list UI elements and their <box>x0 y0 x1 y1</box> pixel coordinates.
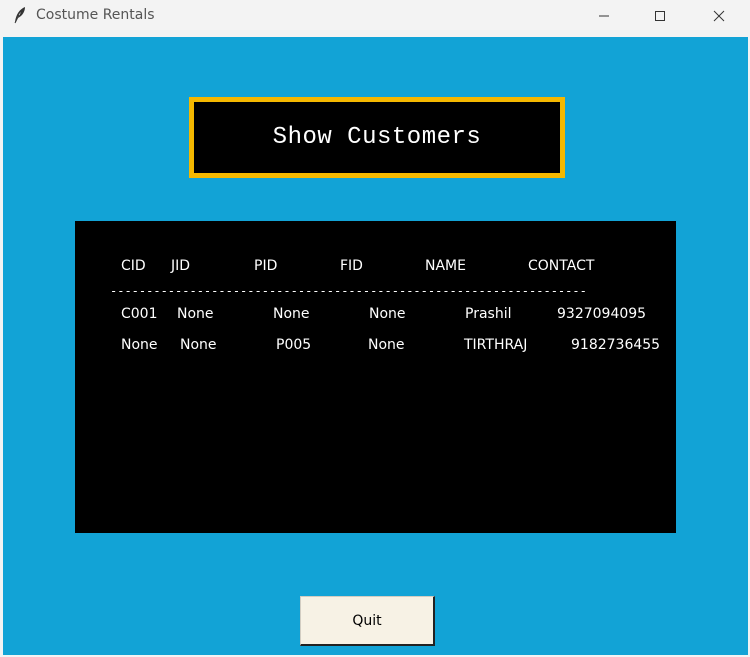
maximize-button[interactable] <box>637 0 683 32</box>
table-cell: None <box>369 306 406 322</box>
close-button[interactable] <box>696 0 742 32</box>
title-bar: Costume Rentals <box>0 0 750 32</box>
quit-button[interactable]: Quit <box>300 596 435 646</box>
table-cell: None <box>121 337 158 353</box>
header-jid: JID <box>171 258 191 274</box>
customers-table: CID JID PID FID NAME CONTACT -----------… <box>75 221 676 533</box>
minimize-button[interactable] <box>581 0 627 32</box>
main-window-area: Show Customers CID JID PID FID NAME CONT… <box>3 37 748 655</box>
table-cell: TIRTHRAJ <box>464 337 528 353</box>
table-cell: C001 <box>121 306 158 322</box>
table-cell: None <box>180 337 217 353</box>
header-fid: FID <box>340 258 363 274</box>
heading-frame: Show Customers <box>189 97 565 178</box>
feather-icon <box>10 5 30 25</box>
table-cell: P005 <box>276 337 312 353</box>
table-cell: None <box>177 306 214 322</box>
header-separator: ----------------------------------------… <box>110 284 585 298</box>
table-cell: 9182736455 <box>571 337 661 353</box>
table-cell: Prashil <box>465 306 512 322</box>
page-title: Show Customers <box>272 124 482 151</box>
table-cell: None <box>273 306 310 322</box>
minimize-icon <box>599 15 609 17</box>
table-cell: None <box>368 337 405 353</box>
header-name: NAME <box>425 258 466 274</box>
header-pid: PID <box>254 258 278 274</box>
maximize-icon <box>655 11 665 21</box>
table-cell: 9327094095 <box>557 306 647 322</box>
header-contact: CONTACT <box>528 258 595 274</box>
window-title: Costume Rentals <box>36 7 155 23</box>
header-cid: CID <box>121 258 146 274</box>
close-icon <box>713 10 725 22</box>
